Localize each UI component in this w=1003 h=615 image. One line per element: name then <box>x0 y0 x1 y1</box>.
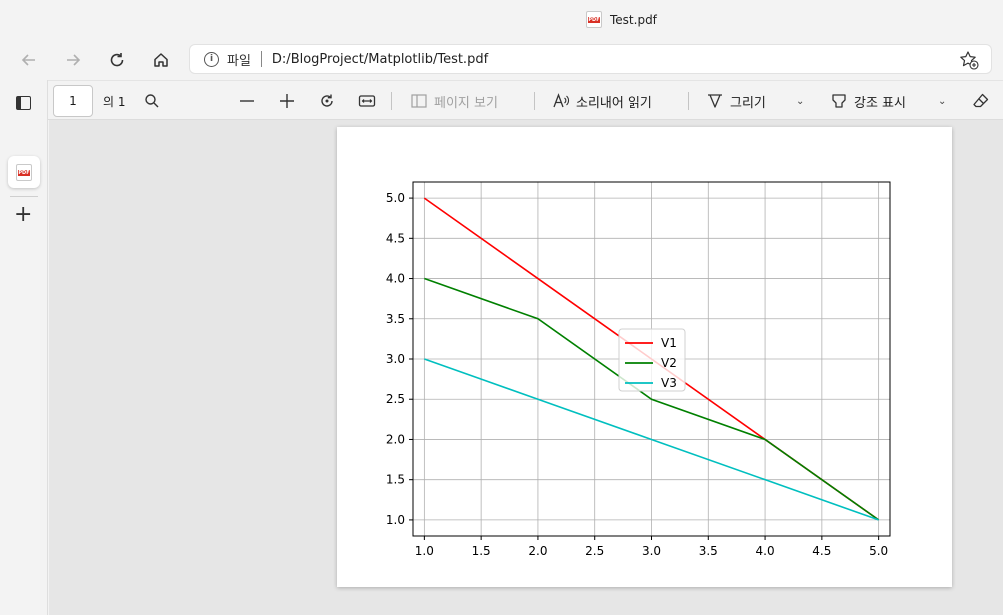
x-tick-label: 1.0 <box>415 544 434 558</box>
search-icon <box>145 94 159 108</box>
address-separator <box>260 51 262 67</box>
page-view-label: 페이지 보기 <box>434 95 498 111</box>
y-tick-label: 3.0 <box>386 352 405 366</box>
y-tick-label: 1.0 <box>386 513 405 527</box>
window-title: Test.pdf <box>610 12 657 27</box>
home-icon <box>154 53 168 67</box>
back-button[interactable] <box>15 46 43 74</box>
info-icon[interactable]: i <box>204 51 219 67</box>
x-tick-label: 4.5 <box>812 544 831 558</box>
address-url[interactable]: D:/BlogProject/Matplotlib/Test.pdf <box>272 52 488 67</box>
find-button[interactable] <box>144 89 160 113</box>
chevron-down-icon: ⌄ <box>796 95 805 107</box>
minus-icon <box>240 100 254 102</box>
pdf-page: 1.0 1.5 2.0 2.5 3.0 3.5 4.0 4.5 5.0 1.0 1.5 2.0 2.5 3… <box>337 127 952 587</box>
draw-icon <box>708 94 722 108</box>
y-tick-label: 4.5 <box>386 231 405 245</box>
forward-button[interactable] <box>59 46 87 74</box>
y-tick-label: 3.5 <box>386 312 405 326</box>
x-tick-label: 4.0 <box>756 544 775 558</box>
legend-label-v1: V1 <box>661 336 677 350</box>
x-tick-label: 3.0 <box>642 544 661 558</box>
highlight-label: 강조 표시 <box>854 95 906 111</box>
vertical-tab-sidebar: PDF + <box>0 80 48 615</box>
draw-options-button[interactable]: ⌄ <box>796 89 804 113</box>
y-tick-label: 4.0 <box>386 272 405 286</box>
title-bar: PDF Test.pdf <box>0 0 1003 38</box>
window-tab[interactable]: PDF Test.pdf <box>586 11 657 28</box>
tab-actions-icon[interactable] <box>16 96 31 110</box>
rotate-icon <box>321 94 333 107</box>
y-tick-label: 2.5 <box>386 392 405 406</box>
read-aloud-label: 소리내어 읽기 <box>576 95 652 111</box>
page-number-input[interactable]: 1 <box>53 85 93 117</box>
toolbar-separator <box>391 92 392 110</box>
draw-button[interactable]: 그리기 <box>706 89 766 113</box>
zoom-out-button[interactable] <box>238 89 256 113</box>
new-tab-plus-icon[interactable]: + <box>14 204 32 226</box>
x-tick-label: 2.5 <box>585 544 604 558</box>
legend: V1 V2 V3 <box>618 328 686 392</box>
read-aloud-icon <box>553 93 569 108</box>
pdf-file-icon: PDF <box>16 163 32 181</box>
pdf-viewport[interactable]: 1.0 1.5 2.0 2.5 3.0 3.5 4.0 4.5 5.0 1.0 1.5 2.0 2.5 3… <box>49 120 1003 615</box>
read-aloud-button[interactable]: 소리내어 읽기 <box>552 89 652 113</box>
page-view-icon <box>411 94 427 108</box>
fit-width-button[interactable] <box>358 89 376 113</box>
favorite-add-icon[interactable] <box>959 50 979 74</box>
refresh-icon <box>110 53 124 67</box>
y-tick-label: 2.0 <box>386 432 405 446</box>
toolbar-separator <box>688 92 689 110</box>
sidebar-tab-test-pdf[interactable]: PDF <box>8 156 40 188</box>
x-tick-label: 2.0 <box>528 544 547 558</box>
page-view-button[interactable]: 페이지 보기 <box>410 89 498 113</box>
address-bar[interactable]: i 파일 D:/BlogProject/Matplotlib/Test.pdf <box>189 44 992 74</box>
home-button[interactable] <box>147 46 175 74</box>
eraser-icon <box>973 93 989 108</box>
pdf-file-icon: PDF <box>586 11 602 28</box>
legend-label-v2: V2 <box>661 356 677 370</box>
x-tick-label: 3.5 <box>699 544 718 558</box>
arrow-right-icon <box>67 54 81 66</box>
pdf-toolbar: 1 의 1 페이지 보기 소리내어 읽기 그리기 ⌄ 강조 표시 ⌄ <box>48 80 1003 120</box>
erase-button[interactable] <box>972 89 990 113</box>
legend-label-v3: V3 <box>661 376 677 390</box>
rotate-button[interactable] <box>318 89 336 113</box>
highlight-options-button[interactable]: ⌄ <box>938 89 946 113</box>
x-tick-label: 1.5 <box>472 544 491 558</box>
draw-label: 그리기 <box>730 95 766 111</box>
toolbar-separator <box>534 92 535 110</box>
x-tick-label: 5.0 <box>869 544 888 558</box>
address-scheme: 파일 <box>227 53 251 69</box>
zoom-in-button[interactable] <box>278 89 296 113</box>
line-chart: 1.0 1.5 2.0 2.5 3.0 3.5 4.0 4.5 5.0 1.0 1.5 2.0 2.5 3… <box>386 181 891 558</box>
y-tick-label: 5.0 <box>386 191 405 205</box>
highlight-button[interactable]: 강조 표시 <box>830 89 906 113</box>
arrow-left-icon <box>21 54 35 66</box>
page-count: 의 1 <box>103 95 126 109</box>
plus-icon <box>280 94 294 108</box>
sidebar-divider <box>10 196 38 197</box>
y-tick-label: 1.5 <box>386 473 405 487</box>
refresh-button[interactable] <box>103 46 131 74</box>
navigation-bar: i 파일 D:/BlogProject/Matplotlib/Test.pdf <box>0 38 1003 80</box>
highlight-icon <box>832 94 846 108</box>
fit-width-icon <box>358 95 376 107</box>
chevron-down-icon: ⌄ <box>938 95 947 107</box>
